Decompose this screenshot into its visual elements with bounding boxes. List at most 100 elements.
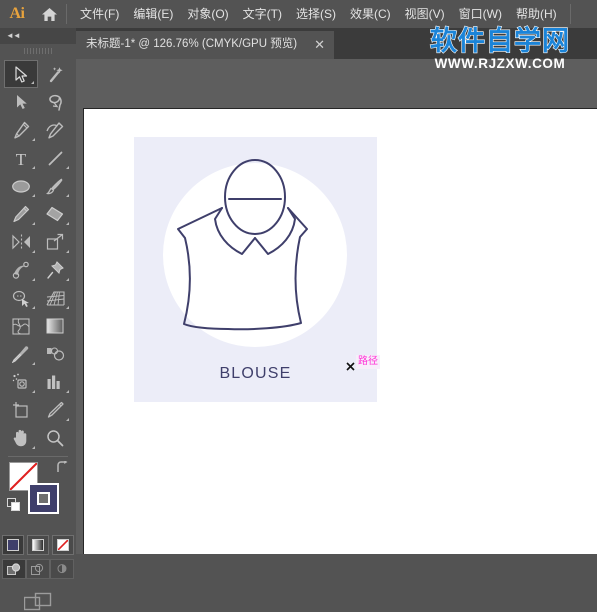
flyout-indicator xyxy=(32,362,35,365)
tool-rotate-reflect[interactable] xyxy=(4,228,38,256)
document-area: BLOUSE 路径 xyxy=(76,59,597,554)
draw-inside-icon xyxy=(57,563,67,573)
flyout-indicator xyxy=(32,306,35,309)
no-color-icon xyxy=(57,539,69,551)
toolbar-collapse-button[interactable]: ◄◄ xyxy=(0,28,76,44)
tool-slice[interactable] xyxy=(38,396,72,424)
tool-selection[interactable] xyxy=(4,60,38,88)
menu-item-object[interactable]: 对象(O) xyxy=(180,4,235,24)
tool-free-transform[interactable] xyxy=(38,256,72,284)
flyout-indicator xyxy=(66,418,69,421)
tool-grid: T xyxy=(0,58,76,452)
close-icon[interactable]: ✕ xyxy=(314,39,325,52)
tool-curvature[interactable] xyxy=(38,116,72,144)
tool-blend[interactable] xyxy=(38,340,72,368)
tool-zoom[interactable] xyxy=(38,424,72,452)
menu-divider xyxy=(66,4,67,24)
tool-shape-builder[interactable] xyxy=(4,284,38,312)
flyout-indicator xyxy=(32,446,35,449)
menu-bar: Ai 文件(F) 编辑(E) 对象(O) 文字(T) 选择(S) 效果(C) 视… xyxy=(0,0,597,28)
menu-item-list: 文件(F) 编辑(E) 对象(O) 文字(T) 选择(S) 效果(C) 视图(V… xyxy=(73,0,564,28)
diagonal-line-icon xyxy=(48,151,62,165)
arrow-filled-icon xyxy=(16,95,27,109)
home-icon[interactable] xyxy=(34,0,64,28)
tool-magic-wand[interactable] xyxy=(38,60,72,88)
draw-mode-row xyxy=(0,559,76,579)
draw-inside-mode[interactable] xyxy=(50,559,74,579)
menu-item-window[interactable]: 窗口(W) xyxy=(452,4,509,24)
document-tab[interactable]: 未标题-1* @ 126.76% (CMYK/GPU 预览) ✕ xyxy=(74,31,334,59)
scale-box-icon xyxy=(46,233,64,250)
default-fill-stroke-icon[interactable] xyxy=(7,498,21,512)
tool-gradient[interactable] xyxy=(38,312,72,340)
gradient-square-icon xyxy=(46,318,64,334)
draw-normal-icon xyxy=(7,562,21,575)
draw-behind-icon xyxy=(31,563,44,575)
path-tooltip: 路径 xyxy=(356,355,380,369)
color-controls xyxy=(0,460,76,534)
tool-ellipse[interactable] xyxy=(4,172,38,200)
tool-line-segment[interactable] xyxy=(38,144,72,172)
curvature-pen-icon xyxy=(46,122,64,139)
menu-item-file[interactable]: 文件(F) xyxy=(73,4,126,24)
push-pin-icon xyxy=(46,261,64,279)
document-tab-title: 未标题-1* @ 126.76% (CMYK/GPU 预览) xyxy=(86,38,298,51)
blouse-illustration xyxy=(163,159,347,347)
tool-shaper-pencil[interactable] xyxy=(4,200,38,228)
collapse-arrows-icon: ◄◄ xyxy=(6,31,21,40)
tool-type[interactable]: T xyxy=(4,144,38,172)
flyout-indicator xyxy=(32,278,35,281)
eyedropper-icon xyxy=(12,346,29,363)
toolbar-drag-handle[interactable] xyxy=(0,44,76,58)
tool-scale[interactable] xyxy=(38,228,72,256)
tool-eyedropper[interactable] xyxy=(4,340,38,368)
magnifier-icon xyxy=(47,430,64,447)
screen-mode-icon[interactable] xyxy=(24,592,52,612)
slice-knife-icon xyxy=(47,401,64,418)
warp-icon xyxy=(12,261,29,279)
color-mode-gradient[interactable] xyxy=(27,535,49,555)
menu-item-type[interactable]: 文字(T) xyxy=(236,4,289,24)
stroke-swatch[interactable] xyxy=(28,483,59,514)
eraser-icon xyxy=(46,206,64,222)
flyout-indicator xyxy=(66,194,69,197)
tool-column-graph[interactable] xyxy=(38,368,72,396)
swap-fill-stroke-icon[interactable] xyxy=(56,461,69,474)
tool-artboard[interactable] xyxy=(4,396,38,424)
solid-color-icon xyxy=(7,539,19,551)
draw-normal-mode[interactable] xyxy=(2,559,26,579)
tool-eraser[interactable] xyxy=(38,200,72,228)
tool-mesh[interactable] xyxy=(4,312,38,340)
flyout-indicator xyxy=(66,166,69,169)
mesh-icon xyxy=(12,317,30,335)
lasso-icon xyxy=(49,94,62,111)
menu-item-select[interactable]: 选择(S) xyxy=(289,4,343,24)
arrow-outline-icon xyxy=(14,65,27,83)
tool-lasso[interactable] xyxy=(38,88,72,116)
canvas[interactable]: BLOUSE 路径 xyxy=(83,108,597,554)
flyout-indicator xyxy=(31,81,34,84)
tool-hand[interactable] xyxy=(4,424,38,452)
color-mode-none[interactable] xyxy=(52,535,74,555)
flyout-indicator xyxy=(32,166,35,169)
color-mode-solid[interactable] xyxy=(2,535,24,555)
magic-wand-icon xyxy=(49,66,63,82)
tool-symbol-sprayer[interactable] xyxy=(4,368,38,396)
menu-item-help[interactable]: 帮助(H) xyxy=(509,4,564,24)
flyout-indicator xyxy=(32,138,35,141)
tool-direct-selection[interactable] xyxy=(4,88,38,116)
artwork-card[interactable]: BLOUSE xyxy=(134,137,377,402)
draw-behind-mode[interactable] xyxy=(26,559,50,579)
tool-paintbrush[interactable] xyxy=(38,172,72,200)
flyout-indicator xyxy=(32,390,35,393)
tool-width-warp[interactable] xyxy=(4,256,38,284)
menu-item-effect[interactable]: 效果(C) xyxy=(343,4,398,24)
menu-item-view[interactable]: 视图(V) xyxy=(398,4,452,24)
flyout-indicator xyxy=(66,306,69,309)
tool-pen[interactable] xyxy=(4,116,38,144)
artboard-icon xyxy=(13,402,28,418)
paint-mode-row xyxy=(0,535,76,555)
menu-item-edit[interactable]: 编辑(E) xyxy=(126,4,180,24)
tool-perspective-grid[interactable] xyxy=(38,284,72,312)
document-tab-bar: 未标题-1* @ 126.76% (CMYK/GPU 预览) ✕ xyxy=(0,28,597,59)
